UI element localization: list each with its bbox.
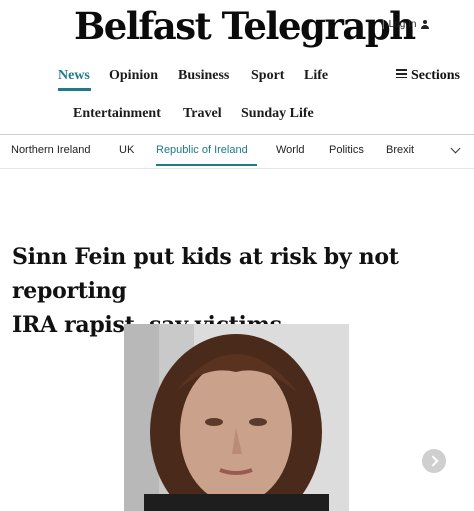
nav-item-life[interactable]: Life: [304, 68, 328, 84]
headline-line-1: Sinn Fein put kids at risk by not report…: [12, 244, 399, 304]
account-area: | Log In: [382, 19, 430, 30]
sections-label: Sections: [411, 68, 460, 83]
subnav-item-republic-of-ireland[interactable]: Republic of Ireland: [156, 144, 248, 156]
sub-nav: Northern Ireland UK Republic of Ireland …: [0, 134, 474, 169]
article-photo[interactable]: [124, 324, 349, 511]
subnav-item-world[interactable]: World: [276, 144, 305, 156]
subnav-item-northern-ireland[interactable]: Northern Ireland: [11, 144, 91, 156]
chevron-down-icon[interactable]: [450, 143, 461, 154]
active-nav-indicator: [58, 88, 91, 91]
nav-item-business[interactable]: Business: [178, 68, 229, 84]
subnav-item-politics[interactable]: Politics: [329, 144, 364, 156]
subnav-item-brexit[interactable]: Brexit: [386, 144, 414, 156]
nav-item-travel[interactable]: Travel: [183, 106, 222, 122]
carousel-next-button[interactable]: [422, 449, 446, 473]
site-logo[interactable]: Belfast Telegraph: [74, 4, 416, 48]
active-subnav-indicator: [156, 164, 257, 166]
portrait-illustration: [124, 324, 349, 511]
nav-item-sunday-life[interactable]: Sunday Life: [241, 106, 314, 122]
account-separator: |: [382, 19, 385, 30]
login-link[interactable]: Log In: [389, 19, 417, 30]
subnav-item-uk[interactable]: UK: [119, 144, 134, 156]
user-icon[interactable]: [420, 19, 430, 30]
nav-item-entertainment[interactable]: Entertainment: [73, 106, 161, 122]
nav-item-opinion[interactable]: Opinion: [109, 68, 158, 84]
masthead: Belfast Telegraph | Log In: [0, 0, 474, 58]
nav-item-news[interactable]: News: [58, 68, 90, 84]
sections-button[interactable]: Sections: [396, 68, 460, 84]
nav-item-sport[interactable]: Sport: [251, 68, 284, 84]
hamburger-icon: [396, 69, 407, 78]
